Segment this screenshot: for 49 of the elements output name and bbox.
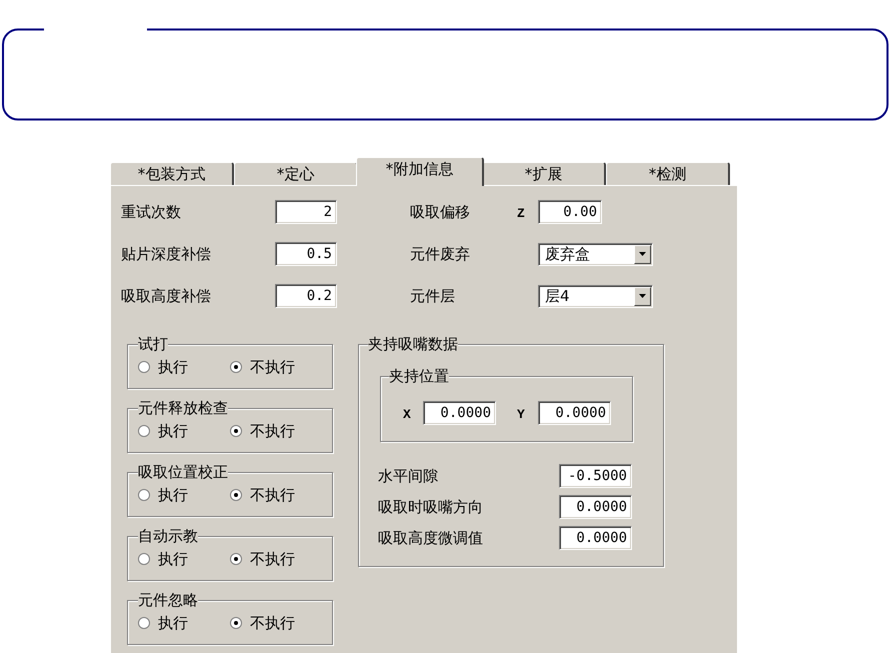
number-field[interactable]: 0.00 xyxy=(538,200,602,224)
field-label: 吸取时吸嘴方向 xyxy=(378,498,483,516)
group-label: 吸取位置校正 xyxy=(138,464,228,480)
number-field[interactable]: 0.0000 xyxy=(559,495,632,519)
group-label: 夹持吸嘴数据 xyxy=(368,336,458,352)
group-label: 元件释放检查 xyxy=(138,400,228,416)
radio-button[interactable]: 不执行 xyxy=(230,487,295,503)
number-field[interactable]: 2 xyxy=(275,200,337,224)
number-field[interactable]: 0.2 xyxy=(275,284,337,308)
tab[interactable]: *检测 xyxy=(606,162,730,185)
radio-button[interactable]: 执行 xyxy=(138,615,188,631)
caret-down-icon xyxy=(639,294,646,298)
number-field[interactable]: -0.5000 xyxy=(559,464,632,488)
radio-button[interactable]: 不执行 xyxy=(230,551,295,567)
field-label: 吸取高度微调值 xyxy=(378,529,483,547)
field-label: 重试次数 xyxy=(121,203,181,221)
number-field[interactable]: 0.0000 xyxy=(423,400,496,424)
tab[interactable]: *包装方式 xyxy=(110,162,234,185)
tab[interactable]: *附加信息 xyxy=(356,157,484,186)
radio-button[interactable]: 执行 xyxy=(138,423,188,439)
number-field[interactable]: 0.5 xyxy=(275,242,337,266)
tab[interactable]: *扩展 xyxy=(482,162,606,185)
radio-button[interactable]: 执行 xyxy=(138,359,188,375)
tab[interactable]: *定心 xyxy=(234,162,358,185)
number-field[interactable]: 0.0000 xyxy=(559,526,632,550)
axis-label: Y xyxy=(517,406,525,422)
radio-button[interactable]: 执行 xyxy=(138,551,188,567)
radio-button[interactable]: 执行 xyxy=(138,487,188,503)
field-label: 水平间隙 xyxy=(378,467,438,485)
axis-label: Z xyxy=(517,206,525,221)
radio-button[interactable]: 不执行 xyxy=(230,423,295,439)
group-label: 试打 xyxy=(138,336,168,352)
group-label: 夹持位置 xyxy=(389,368,449,384)
field-label: 元件层 xyxy=(410,287,455,305)
number-field[interactable]: 0.0000 xyxy=(538,400,611,424)
caret-down-icon xyxy=(639,252,646,256)
dropdown[interactable]: 层4 xyxy=(538,284,653,308)
field-label: 元件废弃 xyxy=(410,245,470,263)
field-label: 吸取高度补偿 xyxy=(121,287,211,305)
dropdown[interactable]: 废弃盒 xyxy=(538,242,653,266)
field-label: 吸取偏移 xyxy=(410,203,470,221)
group-label: 元件忽略 xyxy=(138,592,198,608)
dropdown-button[interactable] xyxy=(634,244,651,264)
group-label: 自动示教 xyxy=(138,528,198,544)
radio-button[interactable]: 不执行 xyxy=(230,359,295,375)
radio-button[interactable]: 不执行 xyxy=(230,615,295,631)
field-label: 贴片深度补偿 xyxy=(121,245,211,263)
axis-label: X xyxy=(403,406,411,422)
dropdown-button[interactable] xyxy=(634,286,651,306)
